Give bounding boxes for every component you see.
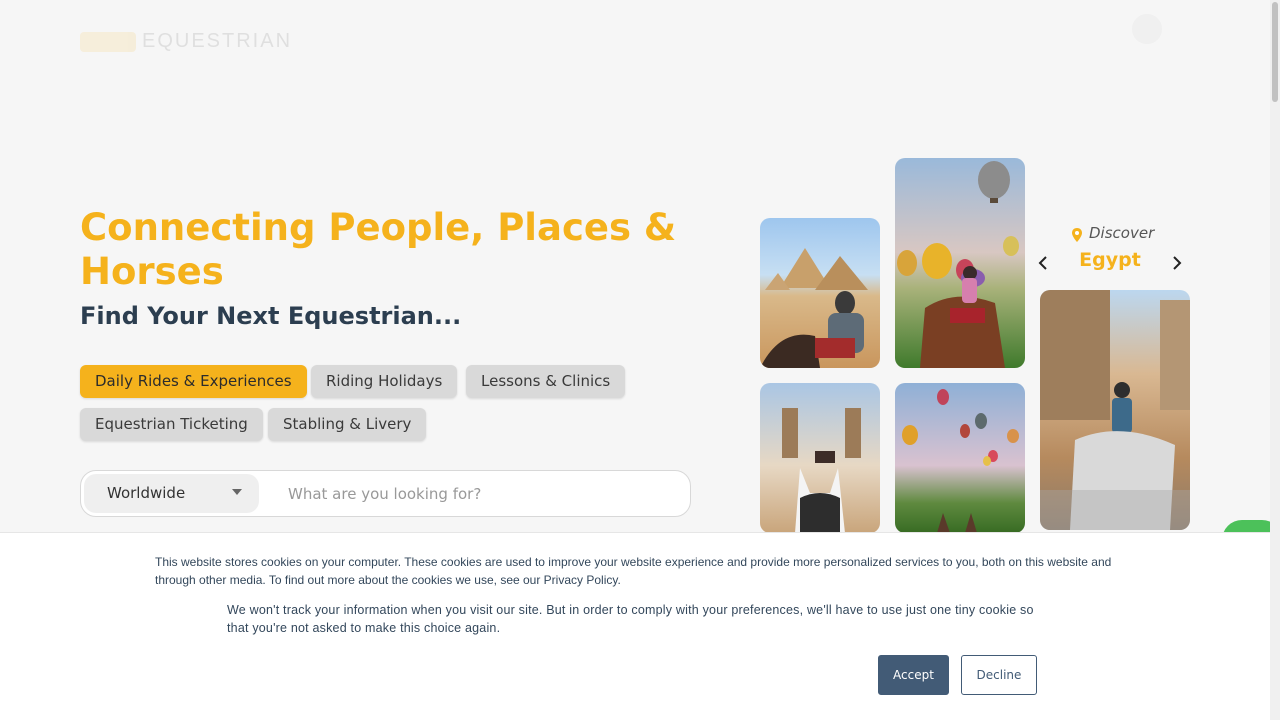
photo-balloons-field[interactable]	[895, 383, 1025, 533]
search-input[interactable]	[288, 481, 678, 507]
photo-pyramids-art	[760, 248, 868, 368]
site-logo[interactable]: EQUESTRIAN	[80, 30, 292, 53]
photo-colossi-art	[782, 408, 861, 533]
photo-colossi-rider[interactable]	[1040, 290, 1190, 530]
photo-colossi-horse-ears[interactable]	[760, 383, 880, 533]
hero-title: Connecting People, Places & Horses	[80, 206, 677, 293]
logo-text: EQUESTRIAN	[142, 30, 293, 52]
region-select-value: Worldwide	[107, 484, 186, 502]
scrollbar-thumb[interactable]	[1272, 2, 1278, 102]
cookie-notice-text: This website stores cookies on your comp…	[155, 555, 1112, 587]
hero-subtitle: Find Your Next Equestrian...	[80, 302, 462, 330]
discover-label: Discover	[1089, 224, 1155, 242]
category-daily-rides[interactable]: Daily Rides & Experiences	[80, 365, 307, 398]
chevron-down-icon	[232, 489, 242, 495]
chevron-right-icon[interactable]	[1168, 254, 1184, 272]
cookie-preference-text: We won't track your information when you…	[227, 603, 1034, 635]
map-pin-icon	[1072, 228, 1082, 242]
cookie-banner: This website stores cookies on your comp…	[0, 532, 1270, 720]
logo-mark	[80, 31, 136, 52]
decline-cookies-button[interactable]: Decline	[961, 655, 1037, 695]
search-bar: Worldwide	[80, 470, 691, 517]
accept-cookies-button[interactable]: Accept	[878, 655, 949, 695]
region-select[interactable]: Worldwide	[84, 474, 259, 513]
photo-balloons-art	[897, 161, 1019, 368]
category-stabling-livery[interactable]: Stabling & Livery	[268, 408, 427, 441]
category-equestrian-ticketing[interactable]: Equestrian Ticketing	[80, 408, 263, 441]
category-lessons-clinics[interactable]: Lessons & Clinics	[466, 365, 626, 398]
page-scrollbar[interactable]	[1270, 0, 1280, 720]
photo-colossi-rider-art	[1040, 290, 1190, 530]
account-avatar[interactable]	[1132, 14, 1162, 44]
photo-balloons-field-art	[902, 389, 1019, 533]
destination-name[interactable]: Egypt	[1040, 249, 1180, 271]
photo-pyramids-rider[interactable]	[760, 218, 880, 368]
photo-balloons-rider[interactable]	[895, 158, 1025, 368]
category-riding-holidays[interactable]: Riding Holidays	[311, 365, 458, 398]
